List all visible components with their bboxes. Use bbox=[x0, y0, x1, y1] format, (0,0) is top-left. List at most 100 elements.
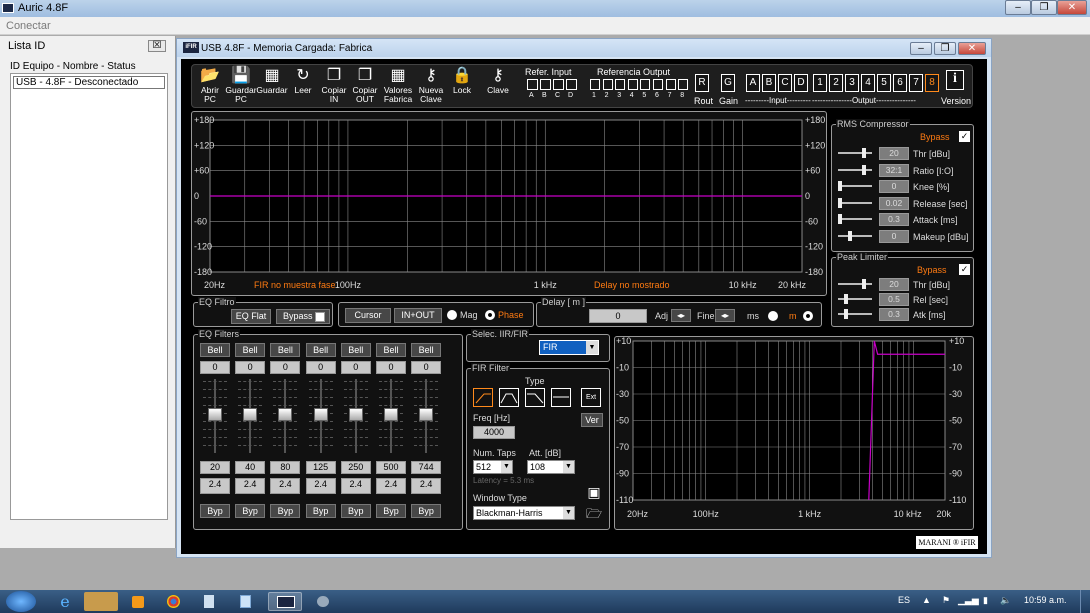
band-slider-thumb[interactable] bbox=[278, 408, 293, 421]
input-b-button[interactable]: B bbox=[762, 74, 776, 92]
band-type-button[interactable]: Bell bbox=[411, 343, 442, 357]
band-gain-field[interactable]: 0 bbox=[376, 361, 406, 374]
output-ref-checkbox[interactable] bbox=[615, 79, 626, 90]
band-q-field[interactable]: 2.4 bbox=[411, 478, 442, 494]
output-7-button[interactable]: 7 bbox=[909, 74, 923, 92]
cursor-button[interactable]: Cursor bbox=[345, 308, 391, 323]
info-icon[interactable]: i bbox=[946, 70, 964, 90]
slider-track[interactable] bbox=[838, 152, 872, 154]
slider-track[interactable] bbox=[838, 234, 872, 237]
output-ref-checkbox[interactable] bbox=[602, 79, 613, 90]
save-button[interactable]: ▦ Guardar bbox=[256, 67, 288, 107]
slider-track[interactable] bbox=[838, 218, 872, 220]
media-icon[interactable] bbox=[120, 592, 154, 611]
slider-thumb[interactable] bbox=[848, 230, 852, 241]
rms-value-field[interactable]: 0 bbox=[879, 229, 909, 243]
input-ref-b-checkbox[interactable] bbox=[540, 79, 551, 90]
adj-spinner[interactable]: ◂▸ bbox=[671, 309, 691, 322]
bypass-checkbox[interactable] bbox=[315, 312, 325, 322]
output-ref-checkbox[interactable] bbox=[640, 79, 651, 90]
input-a-button[interactable]: A bbox=[746, 74, 760, 92]
allpass-type-icon[interactable] bbox=[551, 388, 571, 407]
output-ref-checkbox[interactable] bbox=[678, 79, 689, 90]
rms-value-field[interactable]: 0.3 bbox=[879, 213, 909, 226]
output-3-button[interactable]: 3 bbox=[845, 74, 859, 92]
delay-input[interactable]: 0 bbox=[589, 309, 647, 323]
list-item[interactable]: USB - 4.8F - Desconectado bbox=[13, 76, 165, 89]
output-ref-checkbox[interactable] bbox=[627, 79, 638, 90]
open-folder-icon[interactable]: 🗁 bbox=[585, 506, 603, 522]
band-q-field[interactable]: 2.4 bbox=[340, 478, 371, 494]
explorer-icon[interactable] bbox=[84, 592, 118, 611]
rms-value-field[interactable]: 0 bbox=[879, 180, 909, 193]
panel-close-icon[interactable]: ☒ bbox=[148, 40, 166, 52]
band-freq-field[interactable]: 500 bbox=[376, 461, 406, 474]
clock[interactable]: 10:59 a.m. bbox=[1024, 595, 1067, 605]
battery-icon[interactable]: ▮ bbox=[983, 595, 988, 606]
band-bypass-button[interactable]: Byp bbox=[340, 504, 371, 518]
band-gain-field[interactable]: 0 bbox=[340, 361, 371, 374]
copy-out-button[interactable]: ❐ Copiar OUT bbox=[349, 67, 381, 107]
key-button[interactable]: ⚷ Clave bbox=[482, 67, 514, 107]
freq-input[interactable]: 4000 bbox=[473, 426, 515, 439]
copy-in-button[interactable]: ❐ Copiar IN bbox=[318, 67, 350, 107]
signal-icon[interactable]: ▁▃▅ bbox=[958, 595, 979, 606]
band-slider-thumb[interactable] bbox=[313, 408, 328, 421]
att-select[interactable]: 108 ▼ bbox=[527, 460, 575, 474]
band-freq-field[interactable]: 744 bbox=[411, 461, 442, 474]
band-q-field[interactable]: 2.4 bbox=[376, 478, 406, 494]
input-d-button[interactable]: D bbox=[794, 74, 808, 92]
band-gain-field[interactable]: 0 bbox=[411, 361, 442, 374]
window-type-select[interactable]: Blackman-Harris ▼ bbox=[473, 506, 575, 520]
band-freq-field[interactable]: 125 bbox=[305, 461, 336, 474]
mag-radio[interactable] bbox=[447, 310, 457, 320]
chrome-icon[interactable] bbox=[156, 592, 190, 611]
output-1-button[interactable]: 1 bbox=[813, 74, 827, 92]
close-icon[interactable]: ✕ bbox=[958, 42, 986, 55]
volume-icon[interactable]: 🔈 bbox=[1000, 595, 1011, 606]
slider-thumb[interactable] bbox=[844, 294, 848, 304]
phase-graph[interactable]: +180 +180 +120 +120 +60 +60 0 0 -60 -60 -120 -120 -1… bbox=[192, 112, 828, 297]
language-indicator[interactable]: ES bbox=[898, 595, 910, 605]
menu-conectar[interactable]: Conectar bbox=[6, 20, 51, 32]
band-type-button[interactable]: Bell bbox=[376, 343, 406, 357]
restore-icon[interactable]: ❐ bbox=[934, 42, 956, 55]
ms-radio[interactable] bbox=[768, 311, 778, 321]
peak-value-field[interactable]: 0.5 bbox=[879, 293, 909, 306]
rout-r-button[interactable]: R bbox=[695, 74, 709, 92]
ifir-taskbar-icon[interactable] bbox=[268, 592, 302, 611]
tray-arrow-icon[interactable]: ▲ bbox=[922, 595, 931, 605]
band-type-button[interactable]: Bell bbox=[235, 343, 266, 357]
eq-flat-button[interactable]: EQ Flat bbox=[231, 309, 271, 324]
slider-thumb[interactable] bbox=[844, 309, 848, 319]
output-2-button[interactable]: 2 bbox=[829, 74, 843, 92]
band-bypass-button[interactable]: Byp bbox=[305, 504, 336, 518]
rms-bypass-checkbox[interactable]: ✓ bbox=[959, 131, 970, 142]
band-bypass-button[interactable]: Byp bbox=[235, 504, 266, 518]
highpass-type-icon[interactable] bbox=[473, 388, 493, 407]
open-pc-button[interactable]: 📂 Abrir PC bbox=[194, 67, 226, 107]
phase-radio[interactable] bbox=[485, 310, 495, 320]
band-slider-thumb[interactable] bbox=[348, 408, 363, 421]
output-8-button[interactable]: 8 bbox=[925, 74, 939, 92]
save-fir-icon[interactable]: ▣ bbox=[585, 483, 603, 501]
band-slider-thumb[interactable] bbox=[208, 408, 222, 421]
band-q-field[interactable]: 2.4 bbox=[305, 478, 336, 494]
fine-spinner[interactable]: ◂▸ bbox=[715, 309, 735, 322]
m-radio[interactable] bbox=[803, 311, 813, 321]
band-bypass-button[interactable]: Byp bbox=[200, 504, 230, 518]
band-type-button[interactable]: Bell bbox=[270, 343, 301, 357]
peak-value-field[interactable]: 20 bbox=[879, 278, 909, 291]
band-gain-field[interactable]: 0 bbox=[305, 361, 336, 374]
slider-thumb[interactable] bbox=[838, 181, 842, 191]
minimize-icon[interactable]: – bbox=[1005, 0, 1031, 15]
peak-value-field[interactable]: 0.3 bbox=[879, 308, 909, 321]
input-c-button[interactable]: C bbox=[778, 74, 792, 92]
band-q-field[interactable]: 2.4 bbox=[200, 478, 230, 494]
output-5-button[interactable]: 5 bbox=[877, 74, 891, 92]
bandpass-type-icon[interactable] bbox=[499, 388, 519, 407]
tool-icon[interactable] bbox=[305, 592, 339, 611]
band-freq-field[interactable]: 250 bbox=[340, 461, 371, 474]
new-key-button[interactable]: ⚷ Nueva Clave bbox=[415, 67, 447, 107]
output-ref-checkbox[interactable] bbox=[653, 79, 663, 90]
